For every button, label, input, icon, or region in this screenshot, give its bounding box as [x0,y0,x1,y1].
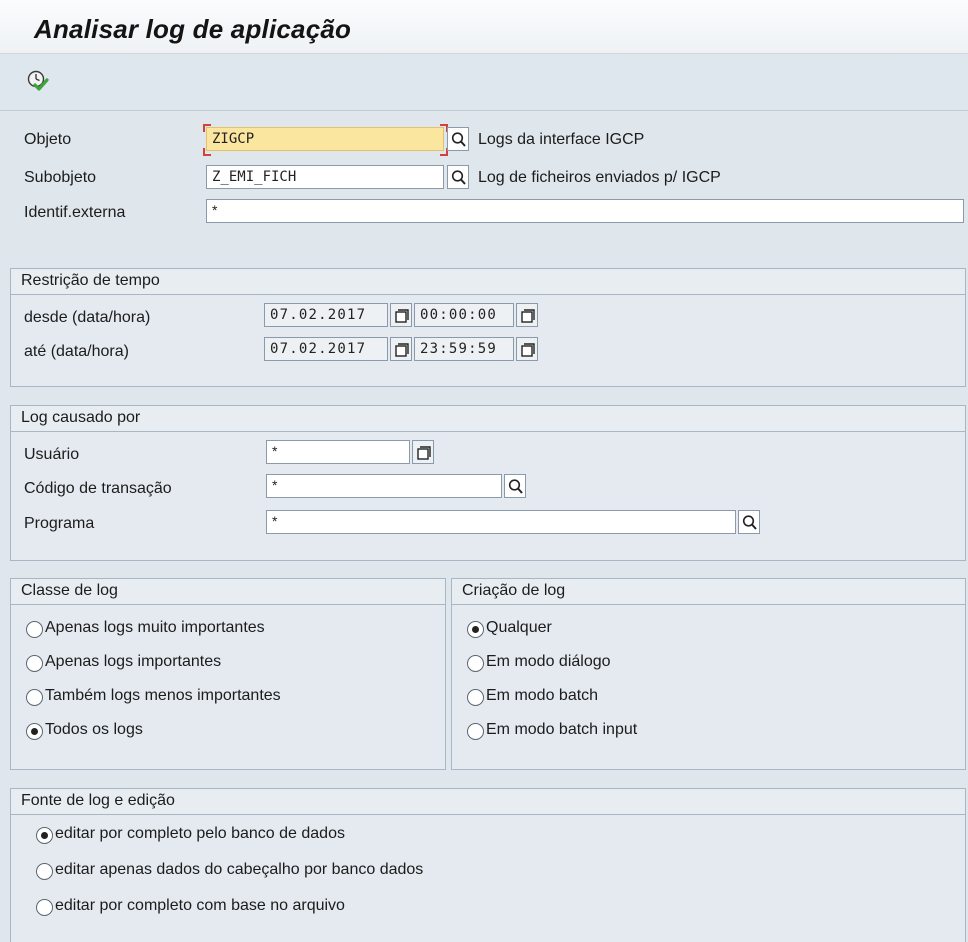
from-time-picker-button[interactable] [516,303,538,327]
radio-button[interactable] [26,621,43,638]
magnifier-icon [451,132,466,147]
from-date-input[interactable]: 07.02.2017 [264,303,388,327]
copy-window-icon [395,343,409,357]
from-time-input[interactable]: 00:00:00 [414,303,514,327]
codigo-transacao-label: Código de transação [24,480,172,497]
to-date-picker-button[interactable] [390,337,412,361]
title-bar: Analisar log de aplicação [0,0,968,54]
from-datetime-label: desde (data/hora) [24,309,151,326]
objeto-description: Logs da interface IGCP [478,131,645,148]
identif-externa-input[interactable]: * [206,199,964,223]
radio-button-selected[interactable] [26,723,43,740]
time-restriction-title: Restrição de tempo [21,272,160,289]
application-toolbar [0,55,968,111]
log-class-title: Classe de log [21,582,118,599]
caused-by-title: Log causado por [21,409,141,426]
radio-button[interactable] [26,655,43,672]
to-datetime-label: até (data/hora) [24,343,129,360]
log-class-header: Classe de log [11,579,445,605]
radio-button[interactable] [36,899,53,916]
page-title: Analisar log de aplicação [34,14,352,44]
magnifier-icon [742,515,757,530]
subobjeto-input[interactable]: Z_EMI_FICH [206,165,444,189]
objeto-input[interactable]: ZIGCP [206,127,444,151]
programa-label: Programa [24,515,95,532]
focus-corner-bottom-left [203,148,211,156]
radio-button[interactable] [467,689,484,706]
log-creation-header: Criação de log [452,579,965,605]
log-creation-group: Criação de log [451,578,966,770]
programa-search-help-button[interactable] [738,510,760,534]
subobjeto-label: Subobjeto [24,169,97,186]
radio-button-selected[interactable] [36,827,53,844]
programa-input[interactable]: * [266,510,736,534]
usuario-input[interactable]: * [266,440,410,464]
radio-button[interactable] [467,723,484,740]
magnifier-icon [451,170,466,185]
from-date-picker-button[interactable] [390,303,412,327]
codigo-transacao-input[interactable]: * [266,474,502,498]
copy-window-icon [417,446,431,460]
subobjeto-description: Log de ficheiros enviados p/ IGCP [478,169,721,186]
time-restriction-header: Restrição de tempo [11,269,965,295]
radio-button-selected[interactable] [467,621,484,638]
to-time-input[interactable]: 23:59:59 [414,337,514,361]
objeto-search-help-button[interactable] [447,127,469,151]
identif-externa-label: Identif.externa [24,204,126,221]
time-restriction-group: Restrição de tempo [10,268,966,387]
usuario-multiple-selection-button[interactable] [412,440,434,464]
log-class-group: Classe de log [10,578,446,770]
focus-corner-top-left [203,124,211,132]
subobjeto-search-help-button[interactable] [447,165,469,189]
to-time-picker-button[interactable] [516,337,538,361]
radio-button[interactable] [36,863,53,880]
copy-window-icon [521,309,535,323]
objeto-label: Objeto [24,131,72,148]
radio-button[interactable] [26,689,43,706]
caused-by-header: Log causado por [11,406,965,432]
radio-button[interactable] [467,655,484,672]
magnifier-icon [508,479,523,494]
log-creation-title: Criação de log [462,582,566,599]
usuario-label: Usuário [24,446,80,463]
copy-window-icon [521,343,535,357]
log-source-title: Fonte de log e edição [21,792,175,809]
to-date-input[interactable]: 07.02.2017 [264,337,388,361]
copy-window-icon [395,309,409,323]
codigo-transacao-search-help-button[interactable] [504,474,526,498]
log-source-header: Fonte de log e edição [11,789,965,815]
execute-clock-check-icon[interactable] [26,69,50,93]
